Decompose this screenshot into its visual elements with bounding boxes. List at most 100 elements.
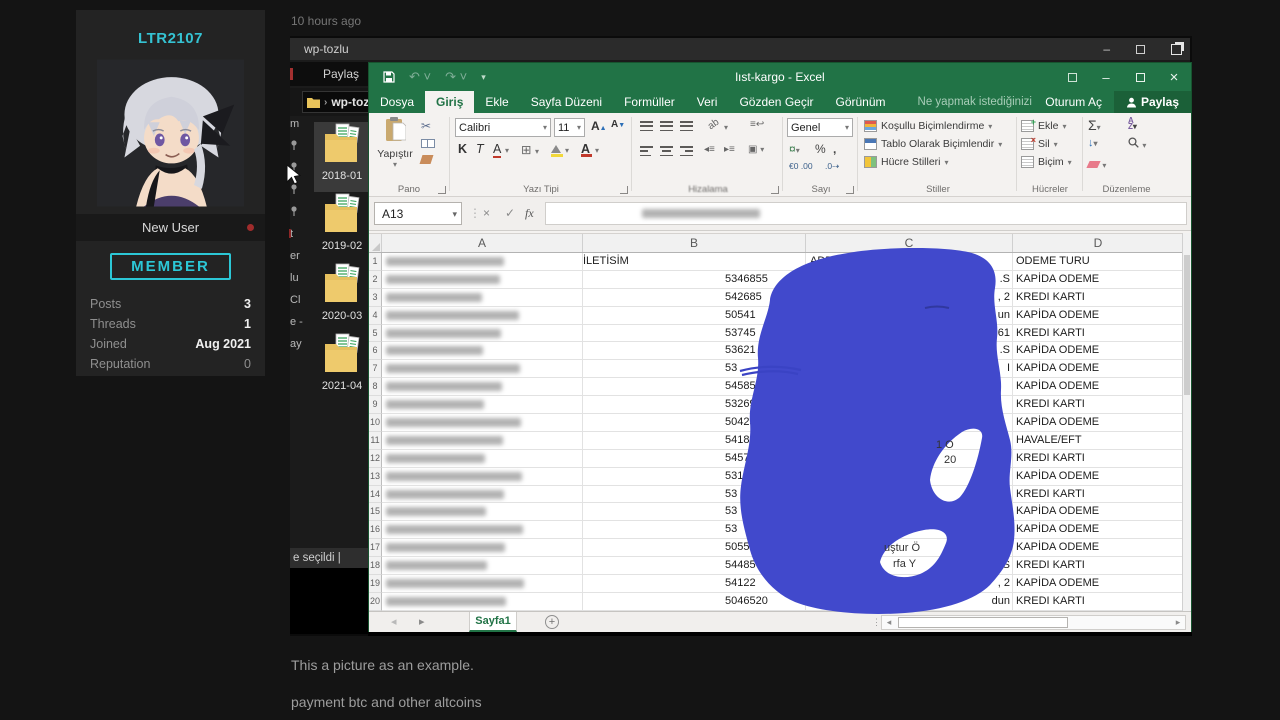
sidebar-item-fragment[interactable]: er: [290, 250, 304, 260]
pin-icon[interactable]: [290, 140, 304, 150]
accounting-format-icon[interactable]: ¤▾: [789, 142, 800, 156]
row-number[interactable]: 19: [369, 575, 382, 593]
cell-payment[interactable]: KAPİDA ODEME: [1013, 468, 1184, 486]
horizontal-scrollbar-thumb[interactable]: [898, 617, 1068, 628]
cell-phone[interactable]: 53621: [583, 342, 806, 360]
excel-tab-veri[interactable]: Veri: [686, 91, 729, 113]
row-number[interactable]: 20: [369, 593, 382, 611]
align-right-icon[interactable]: [680, 146, 693, 156]
align-middle-icon[interactable]: [660, 121, 673, 131]
cell-phone[interactable]: 5046520: [583, 593, 806, 611]
cell-address[interactable]: [806, 486, 1013, 504]
cell-phone[interactable]: 5346855: [583, 271, 806, 289]
sort-filter-icon[interactable]: AZ▾: [1128, 118, 1137, 130]
folder-item[interactable]: 2019-02: [314, 192, 370, 262]
explorer-minimize-icon[interactable]: –: [1103, 38, 1110, 60]
cell-phone[interactable]: 53: [583, 503, 806, 521]
cell-payment[interactable]: KREDI KARTI: [1013, 486, 1184, 504]
clear-eraser-icon[interactable]: ▾: [1088, 157, 1106, 171]
excel-close-icon[interactable]: ×: [1157, 69, 1191, 86]
sidebar-item-fragment[interactable]: t: [290, 228, 304, 238]
cell-name-redacted[interactable]: [382, 360, 583, 378]
cell-name-redacted[interactable]: [382, 396, 583, 414]
cell-name-redacted[interactable]: [382, 468, 583, 486]
sidebar-item-fragment[interactable]: ay: [290, 338, 304, 348]
cell-address[interactable]: [806, 414, 1013, 432]
cell-payment[interactable]: KREDI KARTI: [1013, 325, 1184, 343]
cell-phone[interactable]: İLETİSİM: [583, 253, 806, 271]
cells-button[interactable]: +Ekle▾: [1021, 117, 1072, 135]
cell-name-redacted[interactable]: [382, 414, 583, 432]
cell-name-redacted[interactable]: [382, 325, 583, 343]
cell-payment[interactable]: KAPİDA ODEME: [1013, 539, 1184, 557]
cells-button[interactable]: ×Sil▾: [1021, 135, 1072, 153]
cell-address[interactable]: , 2: [806, 289, 1013, 307]
styles-button[interactable]: Tablo Olarak Biçimlendir▾: [864, 135, 1002, 153]
align-top-icon[interactable]: [640, 121, 653, 131]
row-number[interactable]: 7: [369, 360, 382, 378]
folder-item[interactable]: 2020-03: [314, 262, 370, 332]
cell-payment[interactable]: KAPİDA ODEME: [1013, 342, 1184, 360]
vertical-scrollbar[interactable]: [1182, 233, 1191, 611]
cell-payment[interactable]: KREDI KARTI: [1013, 557, 1184, 575]
fill-down-icon[interactable]: ↓▾: [1088, 137, 1098, 149]
cell-phone[interactable]: 54122: [583, 575, 806, 593]
row-number[interactable]: 15: [369, 503, 382, 521]
font-color-icon[interactable]: A: [581, 142, 592, 157]
excel-tab-form-ller[interactable]: Formüller: [613, 91, 686, 113]
cell-payment[interactable]: KAPİDA ODEME: [1013, 307, 1184, 325]
sheet-tab-sayfa1[interactable]: Sayfa1: [469, 612, 517, 632]
format-painter-icon[interactable]: [420, 155, 434, 164]
row-number[interactable]: 12: [369, 450, 382, 468]
clipboard-dialog-launcher-icon[interactable]: [438, 186, 446, 194]
number-format-select[interactable]: Genel▾: [787, 118, 853, 137]
vertical-scrollbar-thumb[interactable]: [1184, 255, 1190, 395]
cell-name-redacted[interactable]: [382, 557, 583, 575]
bold-button[interactable]: K: [458, 142, 467, 156]
row-number[interactable]: 17: [369, 539, 382, 557]
sidebar-item-fragment[interactable]: lu: [290, 272, 304, 282]
cell-address[interactable]: , 2: [806, 575, 1013, 593]
increase-indent-icon[interactable]: ▸≡: [724, 144, 735, 155]
cell-name-redacted[interactable]: [382, 432, 583, 450]
cell-phone[interactable]: 54485: [583, 557, 806, 575]
excel-tab-giri-[interactable]: Giriş: [425, 91, 474, 113]
cell-payment[interactable]: KREDI KARTI: [1013, 593, 1184, 611]
underline-dropdown-icon[interactable]: ▾: [505, 146, 509, 155]
cell-name-redacted[interactable]: [382, 593, 583, 611]
select-all-corner[interactable]: [369, 234, 382, 252]
column-header-a[interactable]: A: [382, 234, 583, 252]
row-number[interactable]: 8: [369, 378, 382, 396]
row-number[interactable]: 3: [369, 289, 382, 307]
row-number[interactable]: 9: [369, 396, 382, 414]
cell-address[interactable]: S: [806, 557, 1013, 575]
cell-payment[interactable]: KAPİDA ODEME: [1013, 271, 1184, 289]
excel-tab-dosya[interactable]: Dosya: [369, 91, 425, 113]
cell-payment[interactable]: KAPİDA ODEME: [1013, 521, 1184, 539]
cell-name-redacted[interactable]: [382, 253, 583, 271]
alignment-dialog-launcher-icon[interactable]: [771, 186, 779, 194]
cell-phone[interactable]: 5457: [583, 450, 806, 468]
excel-maximize-icon[interactable]: [1123, 70, 1157, 85]
cell-phone[interactable]: 5055: [583, 539, 806, 557]
row-number[interactable]: 11: [369, 432, 382, 450]
italic-button[interactable]: T: [476, 142, 484, 156]
cell-phone[interactable]: 53745: [583, 325, 806, 343]
cell-address[interactable]: un: [806, 307, 1013, 325]
explorer-maximize-icon[interactable]: [1136, 45, 1145, 54]
cell-name-redacted[interactable]: [382, 450, 583, 468]
fill-color-dropdown-icon[interactable]: ▾: [565, 146, 569, 155]
cell-phone[interactable]: 542685: [583, 289, 806, 307]
sheet-nav-next-icon[interactable]: ▸: [419, 612, 425, 632]
copy-icon[interactable]: [421, 137, 435, 151]
cell-name-redacted[interactable]: [382, 378, 583, 396]
cell-phone[interactable]: 531: [583, 468, 806, 486]
styles-button[interactable]: Hücre Stilleri▾: [864, 153, 1002, 171]
cell-address[interactable]: 61: [806, 325, 1013, 343]
name-box[interactable]: A13▾: [374, 202, 462, 225]
cells-button[interactable]: Biçim▾: [1021, 153, 1072, 171]
grow-font-icon[interactable]: A▲: [591, 119, 607, 133]
row-number[interactable]: 16: [369, 521, 382, 539]
row-number[interactable]: 14: [369, 486, 382, 504]
explorer-titlebar[interactable]: wp-tozlu –: [290, 38, 1190, 60]
